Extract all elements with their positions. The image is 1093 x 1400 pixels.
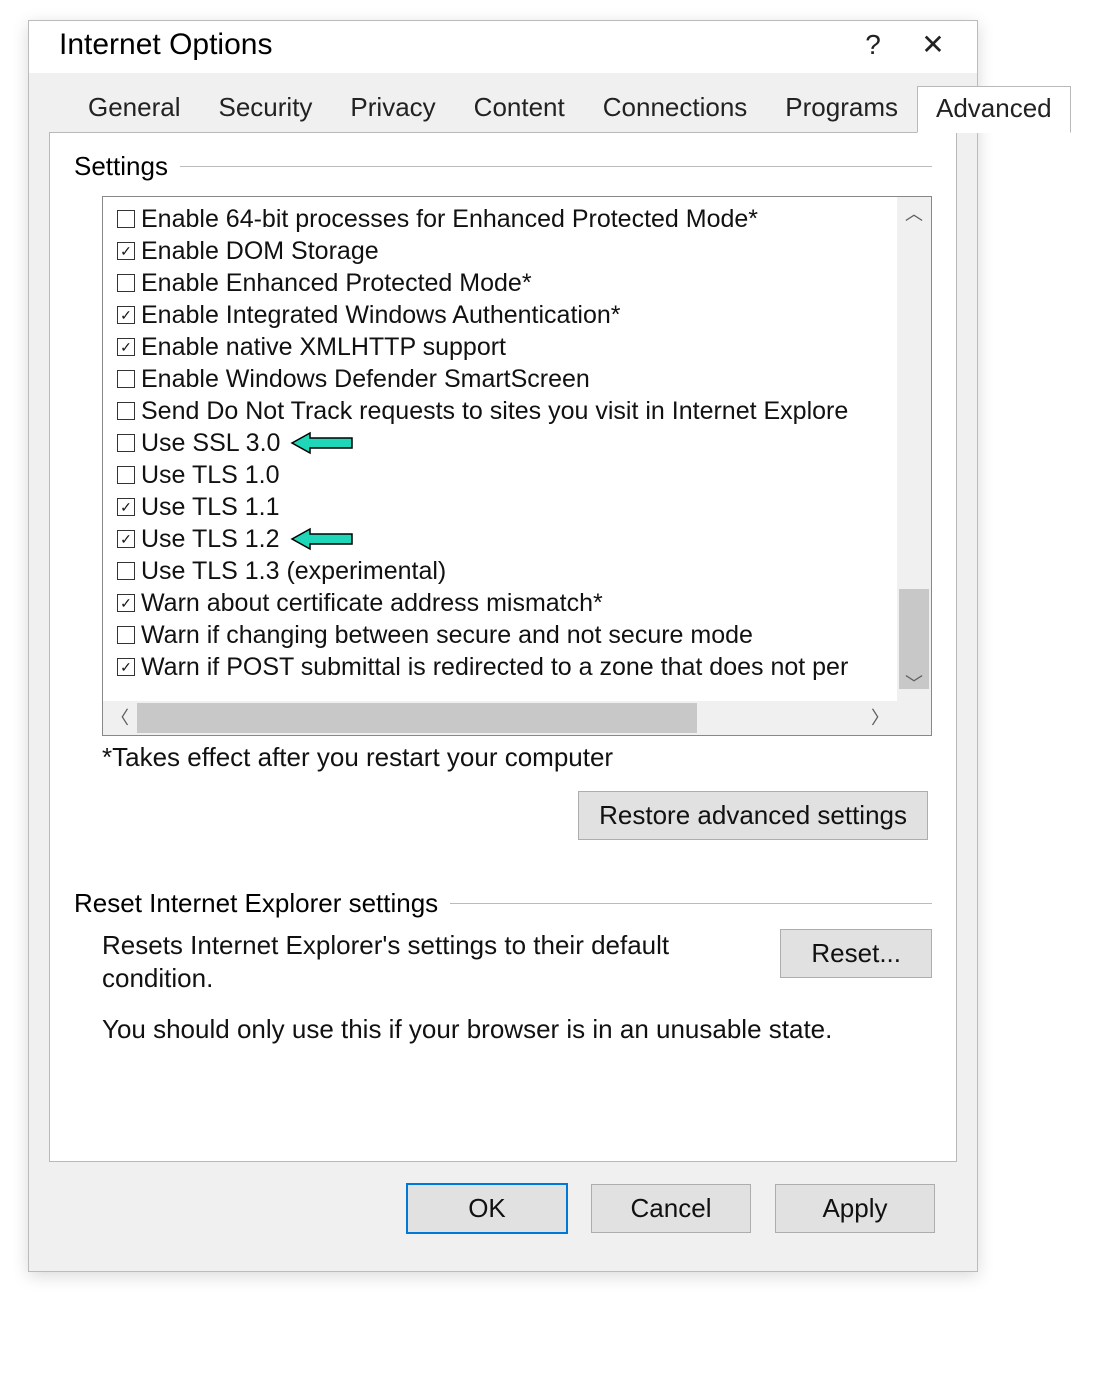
checkbox-icon[interactable] bbox=[117, 658, 135, 676]
tab-strip: GeneralSecurityPrivacyContentConnections… bbox=[69, 85, 957, 132]
scroll-up-arrow-icon[interactable]: ︿ bbox=[897, 197, 931, 231]
settings-item[interactable]: Use TLS 1.0 bbox=[117, 459, 897, 491]
settings-item[interactable]: Enable native XMLHTTP support bbox=[117, 331, 897, 363]
settings-item-label: Use TLS 1.2 bbox=[141, 525, 280, 554]
settings-item[interactable]: Use SSL 3.0 bbox=[117, 427, 897, 459]
group-divider bbox=[450, 903, 932, 904]
reset-description: Resets Internet Explorer's settings to t… bbox=[102, 929, 760, 994]
settings-group: Settings Enable 64-bit processes for Enh… bbox=[74, 151, 932, 840]
horizontal-scrollbar[interactable]: 〈 〉 bbox=[103, 701, 897, 735]
settings-item[interactable]: Enable Integrated Windows Authentication… bbox=[117, 299, 897, 331]
scroll-down-arrow-icon[interactable]: ﹀ bbox=[897, 667, 931, 701]
settings-item[interactable]: Enable 64-bit processes for Enhanced Pro… bbox=[117, 203, 897, 235]
settings-item-label: Use TLS 1.1 bbox=[141, 493, 280, 522]
checkbox-icon[interactable] bbox=[117, 210, 135, 228]
reset-group-label: Reset Internet Explorer settings bbox=[74, 888, 450, 919]
tab-general[interactable]: General bbox=[69, 85, 200, 132]
horizontal-scroll-thumb[interactable] bbox=[137, 703, 697, 733]
annotation-left-arrow-icon bbox=[290, 431, 354, 455]
dialog-title: Internet Options bbox=[59, 28, 843, 62]
settings-item-label: Enable Enhanced Protected Mode* bbox=[141, 269, 532, 298]
dialog-body: GeneralSecurityPrivacyContentConnections… bbox=[29, 73, 977, 1271]
tab-privacy[interactable]: Privacy bbox=[331, 85, 454, 132]
settings-listbox[interactable]: Enable 64-bit processes for Enhanced Pro… bbox=[102, 196, 932, 736]
checkbox-icon[interactable] bbox=[117, 370, 135, 388]
settings-item[interactable]: Use TLS 1.2 bbox=[117, 523, 897, 555]
reset-group: Reset Internet Explorer settings Resets … bbox=[74, 888, 932, 1045]
reset-warning-text: You should only use this if your browser… bbox=[102, 1014, 932, 1045]
apply-button[interactable]: Apply bbox=[775, 1184, 935, 1233]
ok-button[interactable]: OK bbox=[407, 1184, 567, 1233]
annotation-left-arrow-icon bbox=[290, 527, 354, 551]
restore-advanced-settings-button[interactable]: Restore advanced settings bbox=[578, 791, 928, 840]
settings-item-label: Enable Integrated Windows Authentication… bbox=[141, 301, 620, 330]
settings-item-label: Enable Windows Defender SmartScreen bbox=[141, 365, 590, 394]
settings-item[interactable]: Send Do Not Track requests to sites you … bbox=[117, 395, 897, 427]
checkbox-icon[interactable] bbox=[117, 338, 135, 356]
checkbox-icon[interactable] bbox=[117, 242, 135, 260]
settings-item-label: Enable DOM Storage bbox=[141, 237, 379, 266]
dialog-button-bar: OK Cancel Apply bbox=[49, 1162, 957, 1253]
close-button[interactable]: ✕ bbox=[903, 27, 963, 63]
restart-footnote: *Takes effect after you restart your com… bbox=[102, 742, 932, 773]
tab-advanced[interactable]: Advanced bbox=[917, 86, 1071, 133]
reset-button[interactable]: Reset... bbox=[780, 929, 932, 978]
checkbox-icon[interactable] bbox=[117, 434, 135, 452]
checkbox-icon[interactable] bbox=[117, 562, 135, 580]
titlebar: Internet Options ? ✕ bbox=[29, 21, 977, 73]
help-button[interactable]: ? bbox=[843, 27, 903, 63]
settings-item-label: Warn if POST submittal is redirected to … bbox=[141, 653, 848, 682]
tab-content[interactable]: Content bbox=[455, 85, 584, 132]
checkbox-icon[interactable] bbox=[117, 594, 135, 612]
scroll-right-arrow-icon[interactable]: 〉 bbox=[863, 701, 897, 735]
settings-item-label: Use SSL 3.0 bbox=[141, 429, 280, 458]
tab-connections[interactable]: Connections bbox=[584, 85, 767, 132]
settings-item[interactable]: Enable Windows Defender SmartScreen bbox=[117, 363, 897, 395]
scrollbar-corner bbox=[897, 701, 931, 735]
settings-item-label: Send Do Not Track requests to sites you … bbox=[141, 397, 848, 426]
settings-item[interactable]: Enable Enhanced Protected Mode* bbox=[117, 267, 897, 299]
vertical-scrollbar[interactable]: ︿ ﹀ bbox=[897, 197, 931, 701]
settings-item-label: Enable 64-bit processes for Enhanced Pro… bbox=[141, 205, 758, 234]
cancel-button[interactable]: Cancel bbox=[591, 1184, 751, 1233]
internet-options-dialog: Internet Options ? ✕ GeneralSecurityPriv… bbox=[28, 20, 978, 1272]
settings-item-label: Enable native XMLHTTP support bbox=[141, 333, 506, 362]
advanced-tab-sheet: Settings Enable 64-bit processes for Enh… bbox=[49, 132, 957, 1162]
group-divider bbox=[180, 166, 932, 167]
settings-group-label: Settings bbox=[74, 151, 180, 182]
settings-item[interactable]: Use TLS 1.1 bbox=[117, 491, 897, 523]
checkbox-icon[interactable] bbox=[117, 402, 135, 420]
settings-item[interactable]: Warn about certificate address mismatch* bbox=[117, 587, 897, 619]
checkbox-icon[interactable] bbox=[117, 466, 135, 484]
tab-programs[interactable]: Programs bbox=[766, 85, 917, 132]
checkbox-icon[interactable] bbox=[117, 530, 135, 548]
scroll-left-arrow-icon[interactable]: 〈 bbox=[103, 701, 137, 735]
settings-item[interactable]: Warn if changing between secure and not … bbox=[117, 619, 897, 651]
checkbox-icon[interactable] bbox=[117, 274, 135, 292]
settings-item-label: Use TLS 1.3 (experimental) bbox=[141, 557, 446, 586]
settings-item[interactable]: Warn if POST submittal is redirected to … bbox=[117, 651, 897, 683]
checkbox-icon[interactable] bbox=[117, 306, 135, 324]
settings-item-label: Warn if changing between secure and not … bbox=[141, 621, 753, 650]
settings-item-label: Warn about certificate address mismatch* bbox=[141, 589, 603, 618]
checkbox-icon[interactable] bbox=[117, 626, 135, 644]
settings-item-label: Use TLS 1.0 bbox=[141, 461, 280, 490]
settings-item[interactable]: Enable DOM Storage bbox=[117, 235, 897, 267]
settings-item[interactable]: Use TLS 1.3 (experimental) bbox=[117, 555, 897, 587]
tab-security[interactable]: Security bbox=[200, 85, 332, 132]
checkbox-icon[interactable] bbox=[117, 498, 135, 516]
